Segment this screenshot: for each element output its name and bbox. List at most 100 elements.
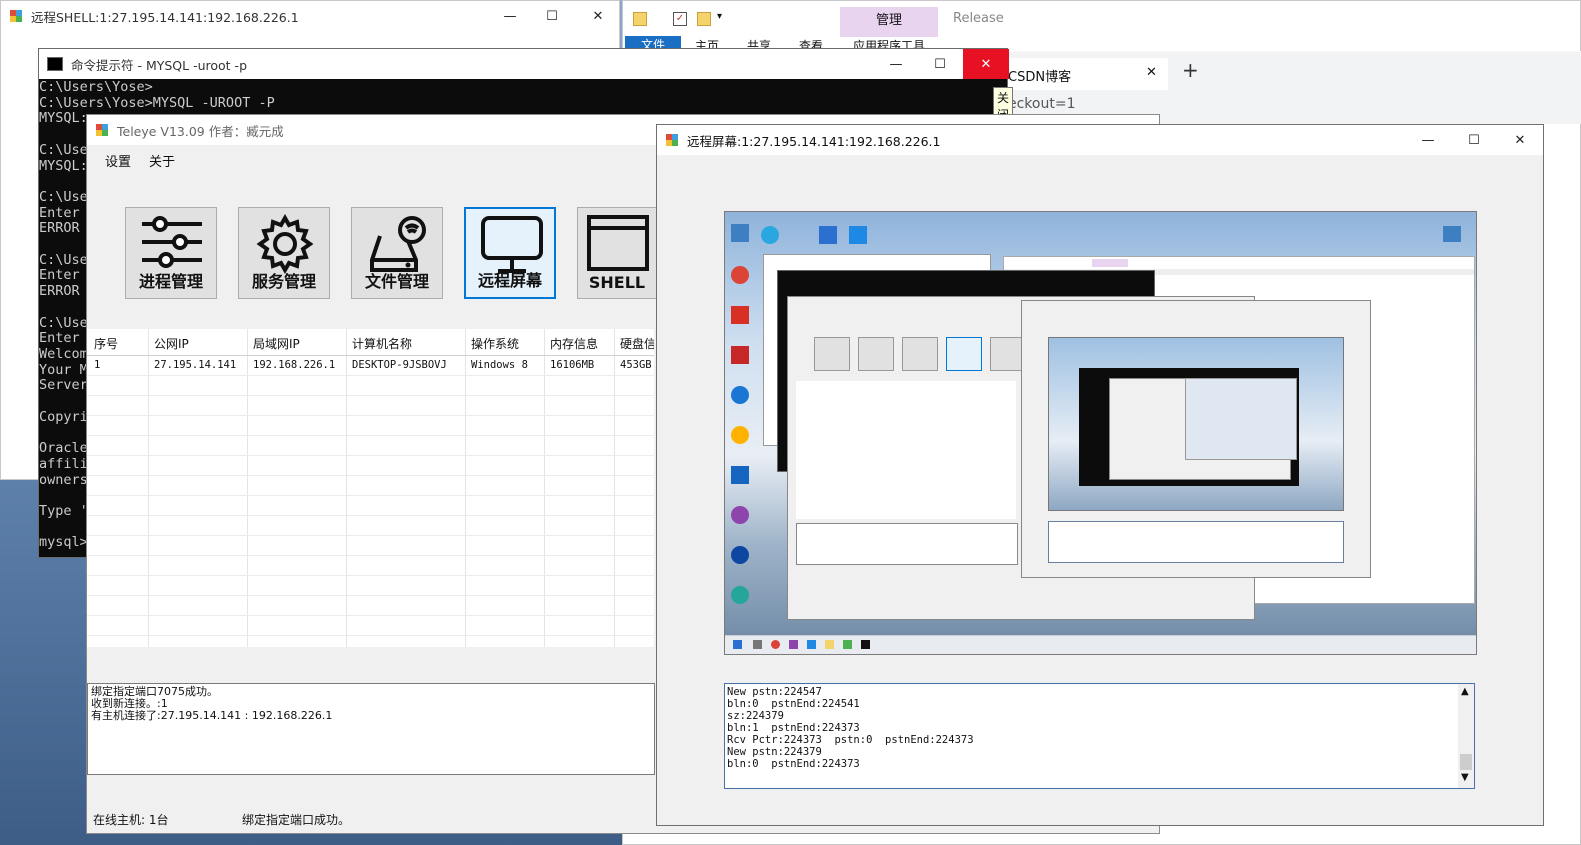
col-header[interactable]: 硬盘信: [620, 335, 654, 352]
table-header: 序号 公网IP 局域网IP 计算机名称 操作系统 内存信息 硬盘信: [87, 329, 654, 356]
cell-computer-name: DESKTOP-9JSBOVJ: [352, 359, 447, 371]
taskbar: [725, 635, 1476, 654]
col-header[interactable]: 内存信息: [550, 335, 598, 352]
checkbox-icon[interactable]: ✓: [673, 12, 687, 26]
desktop-icon: [731, 306, 749, 324]
maximize-icon[interactable]: ☐: [1451, 125, 1497, 155]
remote-titlebar[interactable]: 远程屏幕:1:27.195.14.141:192.168.226.1 — ☐ ✕: [657, 125, 1543, 155]
desktop-icons-column: [729, 224, 753, 624]
nested-tool: [902, 337, 938, 371]
service-manager-button[interactable]: 服务管理: [238, 207, 330, 299]
col-header[interactable]: 公网IP: [154, 335, 189, 352]
nested-tool: [990, 337, 1022, 371]
process-manager-button[interactable]: 进程管理: [125, 207, 217, 299]
nested-remote-log: [1048, 521, 1344, 563]
row-line: [87, 555, 654, 556]
log-panel[interactable]: 绑定指定端口7075成功。 收到新连接。:1 有主机连接了:27.195.14.…: [87, 683, 655, 775]
nested-tool: [946, 337, 982, 371]
nested-remote-view: [1048, 337, 1344, 511]
url-fragment[interactable]: eckout=1: [1008, 96, 1075, 112]
row-line: [87, 375, 654, 376]
menu-settings[interactable]: 设置: [105, 151, 131, 170]
close-icon[interactable]: ✕: [575, 1, 621, 31]
taskbar-app-icon: [843, 640, 852, 649]
log-scrollbar[interactable]: ▲ ▼: [1458, 684, 1474, 788]
desktop-icon: [1443, 226, 1461, 242]
log-line: Rcv Pctr:224373 pstn:0 pstnEnd:224373: [727, 734, 974, 746]
row-line: [87, 615, 654, 616]
tab-release-label: Release: [953, 11, 1004, 26]
row-line: [87, 515, 654, 516]
remote-screen-window: 远程屏幕:1:27.195.14.141:192.168.226.1 — ☐ ✕: [656, 124, 1544, 826]
log-line: New pstn:224379: [727, 746, 822, 758]
teleye-title: Teleye V13.09 作者：臧元成: [117, 123, 284, 139]
nested-log: [796, 523, 1018, 565]
new-tab-icon[interactable]: +: [1182, 58, 1199, 82]
shell-button[interactable]: SHELL: [577, 207, 657, 299]
row-line: [87, 475, 654, 476]
cell-disk: 453GB: [620, 359, 652, 371]
cmd-titlebar[interactable]: 命令提示符 - MYSQL -uroot -p — ☐ ✕: [39, 49, 1009, 79]
desktop-icon: [731, 546, 749, 564]
row-line: [87, 395, 654, 396]
console-line: C:\Users\Yose>: [39, 80, 153, 95]
row-line: [87, 495, 654, 496]
quick-access-toolbar[interactable]: ✓ ▾: [631, 9, 731, 31]
col-header[interactable]: 序号: [94, 335, 118, 352]
minimize-icon[interactable]: —: [1405, 125, 1451, 155]
app-icon: [666, 134, 678, 146]
col-header[interactable]: 局域网IP: [253, 335, 300, 352]
start-icon: [733, 640, 742, 649]
desktop-icon: [731, 506, 749, 524]
folder-icon[interactable]: [697, 12, 711, 26]
remote-screen-label: 远程屏幕: [477, 271, 542, 290]
col-divider: [149, 329, 248, 647]
scroll-down-icon[interactable]: ▼: [1461, 772, 1469, 783]
close-tab-icon[interactable]: ✕: [1146, 65, 1157, 80]
row-line: [87, 455, 654, 456]
col-divider: [347, 329, 466, 647]
col-header[interactable]: 操作系统: [471, 335, 519, 352]
console-icon: [47, 57, 63, 71]
close-icon[interactable]: ✕: [1497, 125, 1543, 155]
cmd-title: 命令提示符 - MYSQL -uroot -p: [71, 57, 248, 73]
maximize-icon[interactable]: ☐: [529, 1, 575, 31]
scroll-up-icon[interactable]: ▲: [1461, 686, 1469, 697]
taskbar-app-icon: [789, 640, 798, 649]
remote-screen-button[interactable]: 远程屏幕: [464, 207, 556, 299]
remote-screen-view[interactable]: [724, 211, 1477, 655]
desktop-icon: [731, 224, 749, 242]
browser-tab-title: CSDN博客: [1008, 70, 1072, 85]
menu-about[interactable]: 关于: [149, 151, 175, 170]
row-line: [87, 415, 654, 416]
file-manager-button[interactable]: 文件管理: [351, 207, 443, 299]
row-line: [87, 635, 654, 636]
minimize-icon[interactable]: —: [487, 1, 533, 31]
host-table[interactable]: 序号 公网IP 局域网IP 计算机名称 操作系统 内存信息 硬盘信 1 27.1…: [87, 329, 654, 647]
close-button[interactable]: ✕: [963, 49, 1009, 79]
shell-titlebar[interactable]: 远程SHELL:1:27.195.14.141:192.168.226.1 — …: [1, 1, 619, 31]
log-line: New pstn:224547: [727, 686, 822, 698]
taskbar-app-icon: [825, 640, 834, 649]
tab-manage[interactable]: 管理: [840, 7, 938, 37]
desktop-icon: [731, 466, 749, 484]
folder-icon[interactable]: [633, 12, 647, 26]
col-header[interactable]: 计算机名称: [352, 335, 412, 352]
minimize-icon[interactable]: —: [873, 49, 919, 79]
row-line: [87, 575, 654, 576]
cell-public-ip: 27.195.14.141: [154, 359, 237, 371]
chevron-down-icon[interactable]: ▾: [717, 11, 722, 22]
scroll-thumb[interactable]: [1460, 754, 1472, 770]
row-line: [87, 435, 654, 436]
browser-tab[interactable]: CSDN博客 ✕: [996, 58, 1168, 90]
desktop-icon: [731, 346, 749, 364]
status-message: 绑定指定端口成功。: [242, 813, 351, 827]
col-divider: [87, 329, 149, 647]
row-line: [87, 535, 654, 536]
nested-tool: [858, 337, 894, 371]
status-online-hosts: 在线主机: 1台: [93, 813, 169, 827]
remote-log-box[interactable]: New pstn:224547 bln:0 pstnEnd:224541 sz:22…: [724, 683, 1475, 789]
maximize-icon[interactable]: ☐: [917, 49, 963, 79]
cell-lan-ip: 192.168.226.1: [253, 359, 336, 371]
desktop-icon: [761, 226, 779, 244]
